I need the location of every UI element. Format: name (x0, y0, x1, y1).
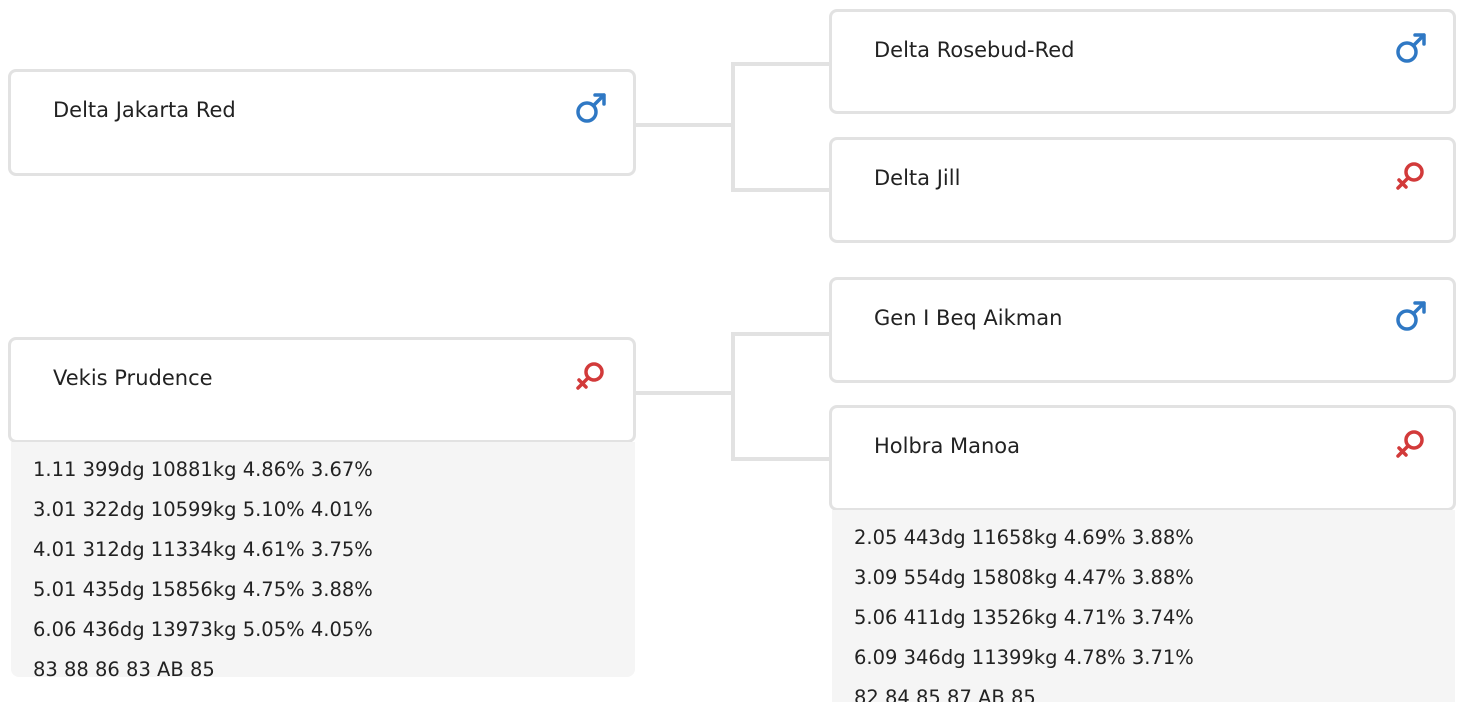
animal-card-sire-dam[interactable]: Delta Jill (829, 137, 1456, 243)
stat-line: 3.01 322dg 10599kg 5.10% 4.01% (33, 498, 373, 521)
animal-card-dam-sire[interactable]: Gen I Beq Aikman (829, 277, 1456, 383)
animal-card-sire-sire[interactable]: Delta Rosebud-Red (829, 9, 1456, 114)
stat-line: 5.06 411dg 13526kg 4.71% 3.74% (854, 606, 1194, 629)
stat-line: 6.09 346dg 11399kg 4.78% 3.71% (854, 646, 1194, 669)
stat-line: 3.09 554dg 15808kg 4.47% 3.88% (854, 566, 1194, 589)
animal-name: Delta Jakarta Red (53, 98, 236, 122)
male-symbol-icon (1396, 301, 1426, 331)
stat-line: 2.05 443dg 11658kg 4.69% 3.88% (854, 526, 1194, 549)
connector-dam (635, 332, 832, 461)
female-symbol-icon (1396, 430, 1424, 458)
female-symbol-icon (576, 362, 604, 390)
animal-name: Holbra Manoa (874, 434, 1020, 458)
male-symbol-icon (1396, 33, 1426, 63)
animal-name: Vekis Prudence (53, 366, 213, 390)
animal-name: Delta Rosebud-Red (874, 38, 1075, 62)
female-symbol-icon (1396, 162, 1424, 190)
stat-line: 6.06 436dg 13973kg 5.05% 4.05% (33, 618, 373, 641)
male-symbol-icon (576, 93, 606, 123)
animal-name: Gen I Beq Aikman (874, 306, 1063, 330)
animal-card-dam-dam[interactable]: Holbra Manoa (829, 405, 1456, 511)
animal-card-sire[interactable]: Delta Jakarta Red (8, 69, 636, 176)
connector-sire (635, 62, 832, 192)
stat-line: 5.01 435dg 15856kg 4.75% 3.88% (33, 578, 373, 601)
animal-name: Delta Jill (874, 166, 961, 190)
stat-line: 82 84 85 87 AB 85 (854, 686, 1036, 702)
dam-performance-stats: 1.11 399dg 10881kg 4.86% 3.67% 3.01 322d… (11, 442, 635, 677)
stat-line: 83 88 86 83 AB 85 (33, 658, 215, 677)
stat-line: 1.11 399dg 10881kg 4.86% 3.67% (33, 458, 373, 481)
dam-dam-performance-stats: 2.05 443dg 11658kg 4.69% 3.88% 3.09 554d… (832, 510, 1455, 702)
animal-card-dam[interactable]: Vekis Prudence (8, 337, 636, 443)
stat-line: 4.01 312dg 11334kg 4.61% 3.75% (33, 538, 373, 561)
